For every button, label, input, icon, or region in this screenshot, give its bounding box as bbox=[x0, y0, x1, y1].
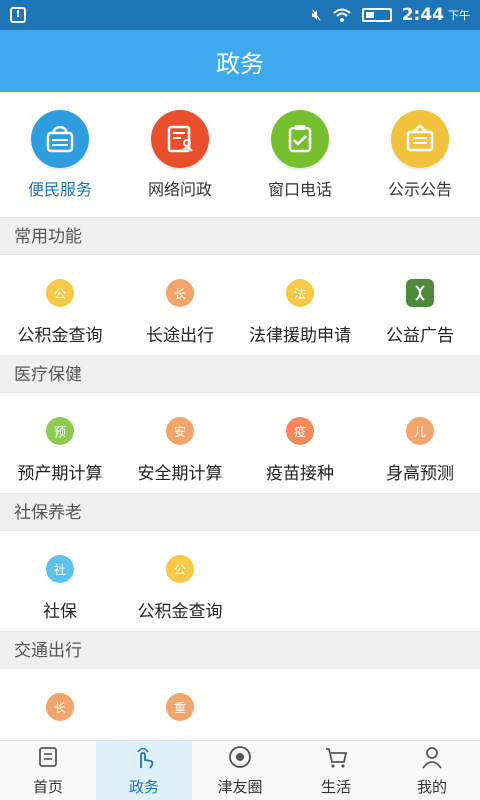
service-badge-icon: 法 bbox=[286, 279, 314, 307]
service-clipboard-check[interactable]: 窗口电话 bbox=[240, 92, 360, 217]
cart-icon bbox=[323, 744, 349, 776]
service-item[interactable]: 公公积金查询 bbox=[120, 531, 240, 631]
service-document-user[interactable]: 网络问政 bbox=[120, 92, 240, 217]
tab-label: 生活 bbox=[320, 778, 351, 796]
service-label: 公示公告 bbox=[387, 180, 452, 199]
service-label: 公积金查询 bbox=[137, 602, 223, 622]
tab-home[interactable]: 首页 bbox=[0, 741, 96, 800]
service-label: 长途出行 bbox=[146, 326, 214, 346]
wifi-icon bbox=[333, 8, 351, 22]
service-badge-icon: 社 bbox=[46, 555, 74, 583]
service-item[interactable]: 儿身高预测 bbox=[360, 393, 480, 493]
service-badge-icon: 疫 bbox=[286, 417, 314, 445]
user-icon bbox=[419, 744, 445, 776]
tab-aperture[interactable]: 津友圈 bbox=[192, 741, 288, 800]
status-bar: ! 🔇︎ 2:44 下午 bbox=[0, 0, 480, 30]
service-label: 身高预测 bbox=[386, 464, 454, 484]
service-item[interactable]: 公益广告 bbox=[360, 255, 480, 355]
service-label: 法律援助申请 bbox=[249, 326, 351, 346]
service-label: 公积金查询 bbox=[17, 326, 103, 346]
notice-icon bbox=[391, 110, 449, 168]
service-badge-icon: 重 bbox=[166, 693, 194, 721]
battery-icon bbox=[361, 8, 392, 22]
service-sections: 常用功能公公积金查询长长途出行法法律援助申请 公益广告 医疗保健预预产期计算安安全期… bbox=[0, 217, 480, 769]
tab-label: 首页 bbox=[32, 778, 63, 796]
tab-user[interactable]: 我的 bbox=[384, 741, 480, 800]
section-header: 常用功能 bbox=[0, 217, 480, 255]
tab-hand-tap[interactable]: 政务 bbox=[96, 741, 192, 800]
service-item[interactable]: 预预产期计算 bbox=[0, 393, 120, 493]
tab-label: 我的 bbox=[416, 778, 447, 796]
section-grid: 预预产期计算安安全期计算疫疫苗接种儿身高预测 bbox=[0, 393, 480, 493]
dna-icon bbox=[406, 279, 434, 307]
service-label: 疫苗接种 bbox=[266, 464, 334, 484]
service-badge-icon: 儿 bbox=[406, 417, 434, 445]
notification-alert-icon: ! bbox=[10, 7, 26, 23]
service-badge-icon: 预 bbox=[46, 417, 74, 445]
service-item[interactable]: 长长途出行 bbox=[120, 255, 240, 355]
service-notice[interactable]: 公示公告 bbox=[360, 92, 480, 217]
home-icon bbox=[35, 744, 61, 776]
section-grid: 社社保公公积金查询 bbox=[0, 531, 480, 631]
mute-icon: 🔇︎ bbox=[311, 5, 322, 24]
section-grid: 公公积金查询长长途出行法法律援助申请 公益广告 bbox=[0, 255, 480, 355]
tab-label: 津友圈 bbox=[217, 778, 263, 796]
service-label: 网络问政 bbox=[147, 180, 212, 199]
service-item[interactable]: 社社保 bbox=[0, 531, 120, 631]
service-label: 便民服务 bbox=[27, 180, 92, 199]
service-badge-icon: 长 bbox=[46, 693, 74, 721]
aperture-icon bbox=[227, 744, 253, 776]
service-item[interactable]: 法法律援助申请 bbox=[240, 255, 360, 355]
tab-cart[interactable]: 生活 bbox=[288, 741, 384, 800]
bottom-tab-bar: 首页 政务 津友圈 生活 我的 bbox=[0, 740, 480, 800]
section-header: 医疗保健 bbox=[0, 355, 480, 393]
section-header: 社保养老 bbox=[0, 493, 480, 531]
service-item[interactable]: 公公积金查询 bbox=[0, 255, 120, 355]
service-badge-icon: 长 bbox=[166, 279, 194, 307]
service-item[interactable]: 安安全期计算 bbox=[120, 393, 240, 493]
service-badge-icon: 公 bbox=[166, 555, 194, 583]
document-user-icon bbox=[151, 110, 209, 168]
service-label: 窗口电话 bbox=[267, 180, 332, 199]
service-label: 安全期计算 bbox=[137, 464, 223, 484]
service-bag[interactable]: 便民服务 bbox=[0, 92, 120, 217]
primary-services: 便民服务 网络问政 窗口电话 公示公告 bbox=[0, 92, 480, 217]
service-label: 预产期计算 bbox=[17, 464, 103, 484]
hand-tap-icon bbox=[131, 744, 157, 776]
service-label: 公益广告 bbox=[386, 326, 454, 346]
section-header: 交通出行 bbox=[0, 631, 480, 669]
page-title: 政务 bbox=[0, 30, 480, 92]
clock-ampm: 下午 bbox=[448, 9, 470, 22]
service-badge-icon: 公 bbox=[46, 279, 74, 307]
tab-label: 政务 bbox=[128, 778, 159, 796]
bag-icon bbox=[31, 110, 89, 168]
service-item[interactable]: 疫疫苗接种 bbox=[240, 393, 360, 493]
clock: 2:44 bbox=[401, 5, 444, 25]
service-label: 社保 bbox=[43, 602, 77, 622]
service-badge-icon: 安 bbox=[166, 417, 194, 445]
clipboard-check-icon bbox=[271, 110, 329, 168]
